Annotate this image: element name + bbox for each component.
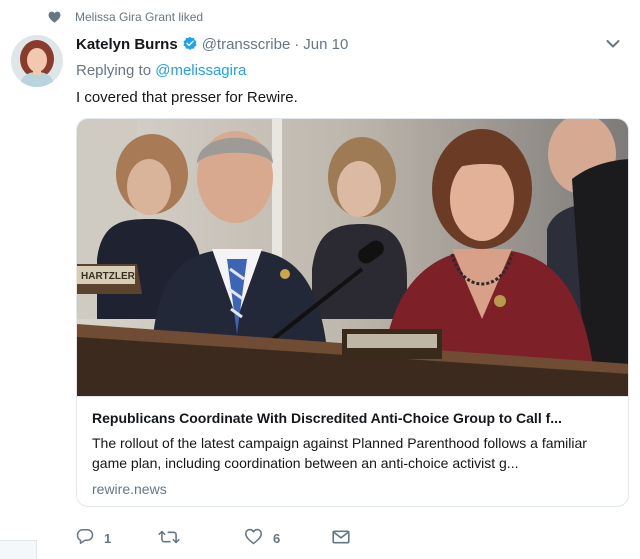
author-name[interactable]: Katelyn Burns bbox=[76, 36, 178, 53]
card-title[interactable]: Republicans Coordinate With Discredited … bbox=[92, 408, 612, 428]
reply-icon bbox=[76, 528, 94, 548]
card-image: HARTZLER bbox=[77, 119, 628, 396]
nameplate-text: HARTZLER bbox=[81, 271, 136, 282]
tweet-header: Katelyn Burns @transscribe · Jun 10 bbox=[76, 33, 620, 55]
like-count: 6 bbox=[273, 530, 281, 546]
envelope-icon bbox=[332, 529, 350, 547]
reply-button[interactable]: 1 bbox=[76, 528, 158, 548]
like-button[interactable]: 6 bbox=[244, 528, 332, 548]
heart-icon bbox=[48, 11, 61, 26]
card-description: The rollout of the latest campaign again… bbox=[92, 435, 587, 471]
social-context[interactable]: Melissa Gira Grant liked bbox=[48, 10, 204, 26]
bottom-edge-tab bbox=[0, 540, 37, 559]
direct-message-button[interactable] bbox=[332, 529, 350, 547]
avatar[interactable] bbox=[11, 35, 63, 87]
mention-link[interactable]: @melissagira bbox=[155, 62, 246, 79]
verified-badge-icon bbox=[182, 36, 198, 52]
tweet-text: I covered that presser for Rewire. bbox=[76, 89, 298, 106]
link-card[interactable]: HARTZLER Republicans Coordinate With Dis… bbox=[76, 118, 629, 507]
chevron-down-icon[interactable] bbox=[606, 36, 620, 53]
retweet-icon bbox=[158, 529, 180, 548]
separator-dot: · bbox=[294, 35, 300, 53]
tweet-actions: 1 6 bbox=[76, 526, 350, 550]
heart-outline-icon bbox=[244, 528, 263, 548]
author-handle[interactable]: @transscribe bbox=[202, 36, 291, 53]
retweet-button[interactable] bbox=[158, 529, 244, 548]
social-context-text: Melissa Gira Grant liked bbox=[75, 10, 204, 24]
replying-to: Replying to @melissagira bbox=[76, 62, 246, 79]
reply-count: 1 bbox=[104, 530, 112, 546]
replying-to-prefix: Replying to bbox=[76, 62, 156, 79]
card-domain: rewire.news bbox=[92, 481, 167, 497]
card-body[interactable]: Republicans Coordinate With Discredited … bbox=[77, 396, 628, 506]
tweet-timestamp[interactable]: Jun 10 bbox=[303, 36, 348, 53]
